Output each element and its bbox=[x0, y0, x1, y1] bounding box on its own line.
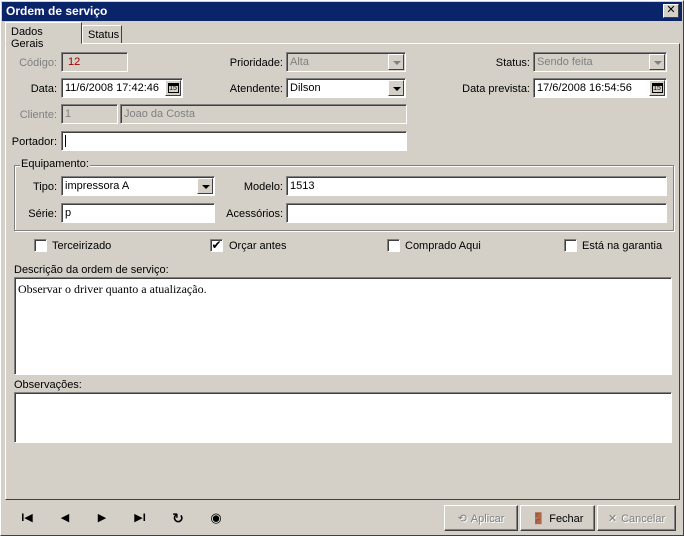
calendar-icon[interactable]: 15 bbox=[165, 80, 181, 96]
atendente-label: Atendente: bbox=[229, 83, 283, 95]
next-record-icon: ▶ bbox=[97, 512, 107, 524]
chevron-down-icon[interactable] bbox=[197, 178, 213, 194]
record-icon: ◉ bbox=[210, 510, 222, 525]
next-record-button[interactable]: ▶ bbox=[92, 510, 112, 526]
tab-label: Status bbox=[88, 29, 120, 41]
descricao-textarea[interactable]: Observar o driver quanto a atualização. bbox=[14, 277, 672, 375]
modelo-label: Modelo: bbox=[243, 181, 283, 193]
codigo-label: Código: bbox=[19, 57, 57, 69]
aplicar-button[interactable]: ⟲ Aplicar bbox=[444, 505, 518, 531]
acessorios-label: Acessórios: bbox=[226, 208, 283, 220]
tab-label: Dados Gerais bbox=[11, 26, 44, 50]
last-record-button[interactable]: ▶I bbox=[130, 510, 150, 526]
prioridade-select: Alta bbox=[286, 52, 406, 72]
data-prevista-field[interactable]: 17/6/2008 16:54:56 15 bbox=[533, 78, 667, 98]
chevron-down-icon[interactable] bbox=[388, 80, 404, 96]
tipo-label: Tipo: bbox=[32, 181, 57, 193]
cancelar-button[interactable]: ✕ Cancelar bbox=[597, 505, 676, 531]
fechar-label: Fechar bbox=[549, 513, 584, 525]
prioridade-value: Alta bbox=[290, 56, 309, 68]
status-select: Sendo feita bbox=[533, 52, 667, 72]
prev-record-icon: ◀ bbox=[60, 512, 70, 524]
atendente-value: Dilson bbox=[290, 82, 321, 94]
first-record-icon: I◀ bbox=[21, 512, 33, 524]
last-record-icon: ▶I bbox=[134, 512, 146, 524]
garantia-checkbox[interactable] bbox=[564, 239, 577, 252]
atendente-select[interactable]: Dilson bbox=[286, 78, 406, 98]
comprado-aqui-label: Comprado Aqui bbox=[405, 240, 481, 252]
tab-status[interactable]: Status bbox=[82, 25, 122, 44]
cancelar-label: Cancelar bbox=[621, 513, 666, 525]
aplicar-label: Aplicar bbox=[470, 513, 505, 525]
observacoes-label: Observações: bbox=[14, 379, 82, 391]
portador-label: Portador: bbox=[11, 136, 57, 148]
title-bar: Ordem de serviço ✕ bbox=[2, 2, 682, 21]
prev-record-button[interactable]: ◀ bbox=[55, 510, 75, 526]
first-record-button[interactable]: I◀ bbox=[17, 510, 37, 526]
descricao-label: Descrição da ordem de serviço: bbox=[14, 264, 169, 276]
acessorios-input[interactable] bbox=[286, 203, 667, 223]
status-label: Status: bbox=[495, 57, 530, 69]
tab-dados-gerais[interactable]: Dados Gerais bbox=[5, 22, 82, 50]
text-cursor bbox=[65, 135, 66, 147]
serie-label: Série: bbox=[28, 208, 57, 220]
window: Ordem de serviço ✕ Dados Gerais Status C… bbox=[0, 0, 684, 536]
data-prevista-label: Data prevista: bbox=[462, 83, 530, 95]
tipo-value: impressora A bbox=[65, 180, 130, 192]
cancel-icon: ✕ bbox=[607, 513, 618, 525]
equipamento-group-label: Equipamento: bbox=[20, 158, 90, 170]
orcar-antes-label: Orçar antes bbox=[229, 240, 287, 252]
data-label: Data: bbox=[30, 83, 57, 95]
status-value: Sendo feita bbox=[537, 56, 593, 68]
modelo-input[interactable]: 1513 bbox=[286, 176, 667, 196]
comprado-aqui-checkbox[interactable] bbox=[387, 239, 400, 252]
refresh-button[interactable]: ↻ bbox=[168, 510, 188, 526]
cliente-id-field: 1 bbox=[61, 104, 118, 124]
chevron-down-icon bbox=[649, 54, 665, 70]
codigo-field: 12 bbox=[61, 52, 128, 72]
data-field[interactable]: 11/6/2008 17:42:46 15 bbox=[61, 78, 183, 98]
chevron-down-icon bbox=[388, 54, 404, 70]
fechar-button[interactable]: 🚪 Fechar bbox=[520, 505, 595, 531]
observacoes-textarea[interactable] bbox=[14, 392, 672, 443]
data-prevista-value: 17/6/2008 16:54:56 bbox=[537, 82, 632, 94]
terceirizado-checkbox[interactable] bbox=[34, 239, 47, 252]
garantia-label: Está na garantia bbox=[582, 240, 663, 252]
cliente-nome-field: Joao da Costa bbox=[120, 104, 407, 124]
record-button[interactable]: ◉ bbox=[206, 510, 226, 526]
refresh-icon: ↻ bbox=[172, 510, 184, 526]
tipo-select[interactable]: impressora A bbox=[61, 176, 215, 196]
apply-icon: ⟲ bbox=[457, 513, 467, 525]
orcar-antes-checkbox[interactable]: ✔ bbox=[210, 239, 223, 252]
serie-input[interactable]: p bbox=[61, 203, 215, 223]
calendar-icon[interactable]: 15 bbox=[649, 80, 665, 96]
terceirizado-label: Terceirizado bbox=[52, 240, 112, 252]
close-button[interactable]: ✕ bbox=[663, 4, 679, 18]
close-icon: ✕ bbox=[666, 4, 676, 16]
prioridade-label: Prioridade: bbox=[229, 57, 283, 69]
cliente-label: Cliente: bbox=[19, 109, 57, 121]
door-icon: 🚪 bbox=[531, 513, 546, 525]
data-value: 11/6/2008 17:42:46 bbox=[65, 82, 159, 94]
portador-input[interactable] bbox=[61, 131, 407, 151]
window-title: Ordem de serviço bbox=[6, 4, 108, 18]
